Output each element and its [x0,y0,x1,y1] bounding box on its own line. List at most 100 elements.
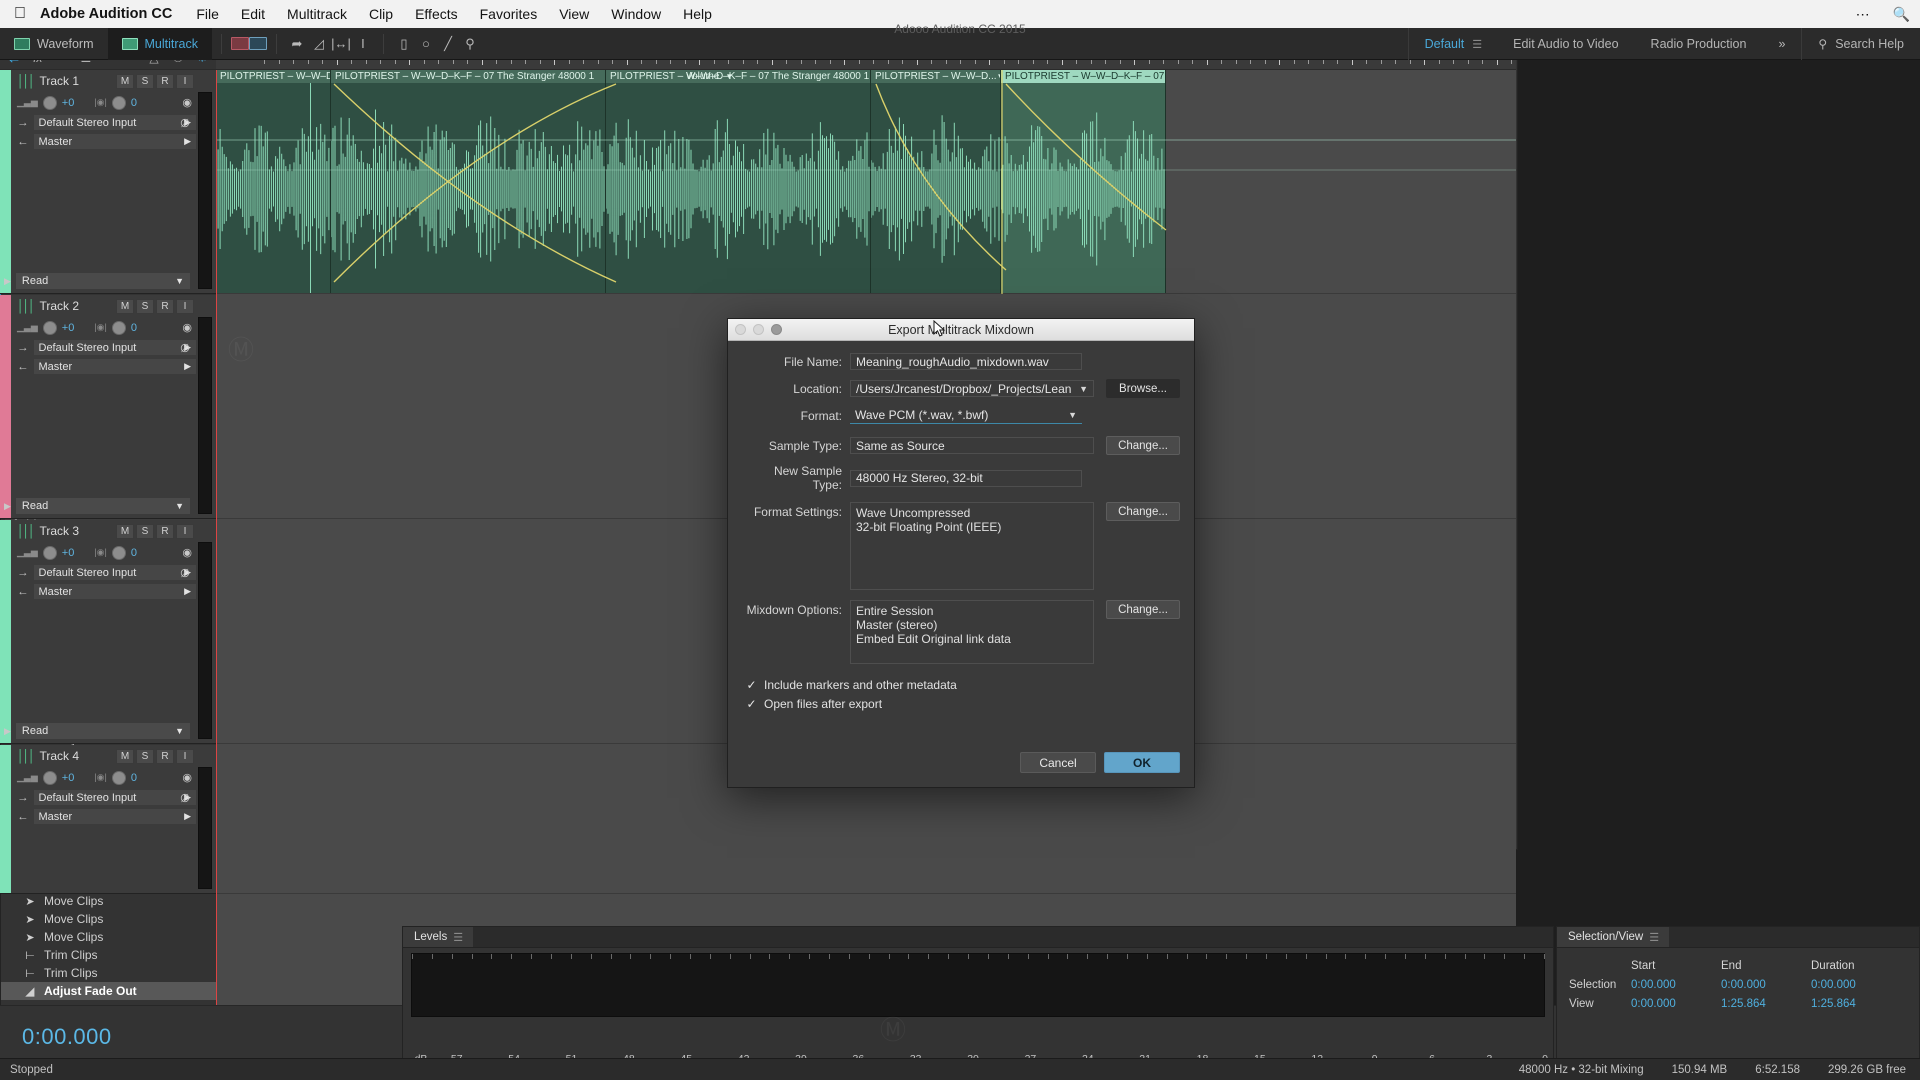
volume-knob[interactable] [42,545,57,560]
track-s-button[interactable]: S [136,748,154,764]
track-i-button[interactable]: I [176,748,194,764]
spectral-frequency-icon[interactable] [230,37,249,50]
expand-automation-icon[interactable]: ▶ [4,726,11,737]
sample-type-change-button[interactable]: Change... [1106,436,1180,455]
track-volume-value[interactable]: +0 [62,97,75,109]
levels-meter[interactable] [411,953,1545,1017]
track-m-button[interactable]: M [116,748,134,764]
volume-knob[interactable] [42,770,57,785]
clip-title-bar[interactable]: PILOTPRIEST – W–W–D...▼ [871,70,1000,83]
track-output-selector[interactable]: Master ▶ [33,134,196,149]
playhead[interactable] [216,70,217,1005]
track-send-icon[interactable]: ◉ [182,96,192,109]
pan-knob[interactable] [111,545,126,560]
close-button[interactable] [735,324,746,335]
track-pan-value[interactable]: 0 [131,772,137,784]
track-input-selector[interactable]: Default Stereo Input ▶ [33,115,196,130]
workspace-overflow-button[interactable]: » [1762,28,1801,60]
workspace-edit-audio-to-video[interactable]: Edit Audio to Video [1497,28,1634,60]
pan-knob[interactable] [111,95,126,110]
menu-item-edit[interactable]: Edit [241,6,265,22]
workspace-default[interactable]: Default ☰ [1409,28,1497,60]
track-volume-value[interactable]: +0 [62,322,75,334]
file-name-input[interactable]: Meaning_roughAudio_mixdown.wav [850,353,1082,370]
track-r-button[interactable]: R [156,748,174,764]
panel-menu-icon[interactable]: ☰ [453,931,463,944]
tab-selection-view[interactable]: Selection/View ☰ [1557,927,1670,947]
menu-item-help[interactable]: Help [683,6,712,22]
panel-menu-icon[interactable]: ☰ [1472,38,1482,51]
menu-item-view[interactable]: View [559,6,589,22]
dialog-title-bar[interactable]: Export Multitrack Mixdown [728,319,1194,341]
pan-knob[interactable] [111,320,126,335]
track-header[interactable]: │││ Track 4 M S R I ▁▃▅ +0 |◉| 0 ◉ → Default Stereo … [0,745,216,894]
track-m-button[interactable]: M [116,523,134,539]
automation-mode-selector[interactable]: Read ▼ [15,723,190,739]
track-r-button[interactable]: R [156,298,174,314]
clip-title-bar[interactable]: PILOTPRIEST – W–W–D–K–F – 07...▼ [1001,70,1165,83]
clip-title-bar[interactable]: PILOTPRIEST – W–W–D–K–F – 07 [216,70,330,83]
track-pan-value[interactable]: 0 [131,547,137,559]
mixdown-options-change-button[interactable]: Change... [1106,600,1180,619]
browse-button[interactable]: Browse... [1106,379,1180,398]
track-name[interactable]: Track 4 [40,749,80,763]
view-duration[interactable]: 1:25.864 [1811,998,1901,1010]
include-markers-checkbox[interactable]: ✓ Include markers and other metadata [742,678,1180,692]
track-m-button[interactable]: M [116,73,134,89]
ellipsis-icon[interactable]: ⋯ [1856,6,1871,23]
track-volume-value[interactable]: +0 [62,772,75,784]
app-name-label[interactable]: Adobe Audition CC [40,6,172,22]
workspace-radio-production[interactable]: Radio Production [1635,28,1763,60]
audio-clip[interactable]: PILOTPRIEST – W–W–D–K–F – 07 [216,70,331,293]
track-r-button[interactable]: R [156,523,174,539]
selection-end[interactable]: 0:00.000 [1721,979,1811,991]
volume-knob[interactable] [42,95,57,110]
minimize-button[interactable] [753,324,764,335]
track-name[interactable]: Track 2 [40,299,80,313]
clip-title-bar[interactable]: PILOTPRIEST – W–W–D–K–F – 07 The Strange… [331,70,605,83]
phase-invert-icon[interactable]: ∅ [180,341,190,355]
panel-menu-icon[interactable]: ☰ [1649,931,1659,944]
tab-multitrack[interactable]: Multitrack [107,27,212,60]
time-selection-icon[interactable]: I [352,33,374,55]
automation-mode-selector[interactable]: Read ▼ [15,273,190,289]
tab-levels[interactable]: Levels ☰ [403,927,474,947]
expand-automation-icon[interactable]: ▶ [4,501,11,512]
phase-invert-icon[interactable]: ∅ [180,116,190,130]
track-r-button[interactable]: R [156,73,174,89]
audio-clip[interactable]: PILOTPRIEST – W–W–D...▼ [871,70,1001,293]
pan-knob[interactable] [111,770,126,785]
chevron-down-icon[interactable]: ▼ [725,72,733,81]
track-header[interactable]: │││ Track 2 M S R I ▁▃▅ +0 |◉| 0 ◉ → Default Stereo … [0,295,216,519]
track-i-button[interactable]: I [176,298,194,314]
track-output-selector[interactable]: Master ▶ [33,584,196,599]
phase-invert-icon[interactable]: ∅ [180,566,190,580]
automation-mode-selector[interactable]: Read ▼ [15,498,190,514]
zoom-button[interactable] [771,324,782,335]
transport-time-display[interactable]: 0:00.000 [22,1024,112,1050]
volume-knob[interactable] [42,320,57,335]
menu-item-window[interactable]: Window [611,6,661,22]
format-settings-change-button[interactable]: Change... [1106,502,1180,521]
track-i-button[interactable]: I [176,523,194,539]
marquee-selection-icon[interactable]: ▯ [393,33,415,55]
chevron-down-icon[interactable]: ▼ [997,72,1000,81]
menu-item-effects[interactable]: Effects [415,6,458,22]
selection-start[interactable]: 0:00.000 [1631,979,1721,991]
selection-duration[interactable]: 0:00.000 [1811,979,1901,991]
phase-invert-icon[interactable]: ∅ [180,791,190,805]
track-lane[interactable]: PILOTPRIEST – W–W–D–K–F – 07 PILOTPRIEST … [216,70,1516,294]
track-m-button[interactable]: M [116,298,134,314]
expand-automation-icon[interactable]: ▶ [4,276,11,287]
track-pan-value[interactable]: 0 [131,322,137,334]
track-pan-value[interactable]: 0 [131,97,137,109]
track-name[interactable]: Track 3 [40,524,80,538]
ok-button[interactable]: OK [1104,752,1180,773]
menu-item-multitrack[interactable]: Multitrack [287,6,347,22]
format-dropdown[interactable]: Wave PCM (*.wav, *.bwf) ▼ [850,407,1082,424]
audio-clip[interactable]: PILOTPRIEST – W–W–D–K–F – 07...▼ [1001,70,1166,293]
track-input-selector[interactable]: Default Stereo Input ▶ [33,565,196,580]
view-start[interactable]: 0:00.000 [1631,998,1721,1010]
paintbrush-selection-icon[interactable]: ╱ [437,33,459,55]
tab-waveform[interactable]: Waveform [0,28,108,60]
